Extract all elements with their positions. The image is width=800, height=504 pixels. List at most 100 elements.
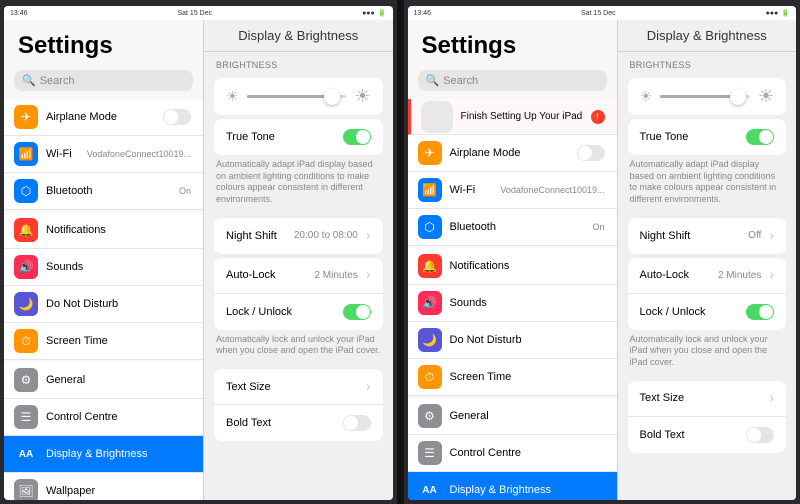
left-panel-title: Display & Brightness (204, 20, 393, 52)
left-search-icon: 🔍 (22, 74, 36, 87)
nightshift-chevron-icon (366, 227, 371, 245)
sidebar-item-screentime[interactable]: ⏱ Screen Time (4, 323, 203, 360)
right-sidebar-item-general[interactable]: ⚙ General (408, 398, 617, 435)
left-boldtext-toggle[interactable] (343, 415, 371, 431)
left-time: 13:46 (10, 10, 28, 17)
left-autolock-row[interactable]: Auto-Lock 2 Minutes (214, 258, 383, 294)
screentime-label: Screen Time (46, 335, 191, 347)
left-textsize-row[interactable]: Text Size (214, 369, 383, 405)
right-sidebar-item-sounds[interactable]: 🔊 Sounds (408, 285, 617, 322)
right-sidebar-item-bluetooth[interactable]: ⬡ Bluetooth On (408, 209, 617, 246)
left-lockunlock-toggle[interactable] (343, 304, 371, 320)
bluetooth-detail: On (179, 186, 191, 196)
sidebar-item-wallpaper[interactable]: 🖼 Wallpaper (4, 473, 203, 500)
left-group3: ⚙ General ☰ Control Centre AA Display & … (4, 362, 203, 500)
right-truetone-toggle[interactable] (746, 129, 774, 145)
right-nightshift-chevron-icon (769, 227, 774, 245)
right-ipad-screen: 13:46 Sat 15 Dec ●●● 🔋 Settings 🔍 Search… (408, 6, 797, 500)
left-date: Sat 15 Dec (177, 10, 212, 17)
left-nightshift-label: Night Shift (226, 230, 286, 242)
airplane-toggle[interactable] (163, 109, 191, 125)
left-boldtext-label: Bold Text (226, 417, 335, 429)
right-date: Sat 15 Dec (581, 10, 616, 17)
donotdisturb-label: Do Not Disturb (46, 298, 191, 310)
controlcentre-label: Control Centre (46, 411, 191, 423)
left-search[interactable]: 🔍 Search (14, 70, 193, 91)
left-boldtext-row[interactable]: Bold Text (214, 405, 383, 441)
right-sidebar: Settings 🔍 Search Finish Setting Up Your… (408, 20, 618, 500)
left-sidebar-title: Settings (4, 20, 203, 66)
right-truetone-row[interactable]: True Tone (628, 119, 787, 155)
right-sidebar-item-displaybrightness[interactable]: AA Display & Brightness (408, 472, 617, 500)
right-nightshift-label: Night Shift (640, 230, 741, 242)
left-ipad: 13:46 Sat 15 Dec ●●● 🔋 Settings 🔍 Search… (0, 0, 398, 504)
right-brightness-group: ☀ ☀ (628, 78, 787, 115)
right-panel-title: Display & Brightness (618, 20, 797, 52)
right-sidebar-item-notifications[interactable]: 🔔 Notifications (408, 248, 617, 285)
right-sidebar-item-airplane[interactable]: ✈ Airplane Mode (408, 135, 617, 172)
bluetooth-icon: ⬡ (14, 179, 38, 203)
sidebar-item-general[interactable]: ⚙ General (4, 362, 203, 399)
left-nightshift-row[interactable]: Night Shift 20:00 to 08:00 (214, 218, 383, 254)
finish-setup-badge: ! (591, 110, 605, 124)
right-airplane-toggle[interactable] (577, 145, 605, 161)
sidebar-item-controlcentre[interactable]: ☰ Control Centre (4, 399, 203, 436)
left-autolock-label: Auto-Lock (226, 269, 306, 281)
right-displaybrightness-icon: AA (418, 478, 442, 500)
left-lockunlock-row[interactable]: Lock / Unlock (214, 294, 383, 330)
right-boldtext-toggle[interactable] (746, 427, 774, 443)
right-brightness-slider[interactable] (660, 95, 750, 98)
autolock-chevron-icon (366, 266, 371, 284)
left-autolock-detail: 2 Minutes (314, 270, 357, 281)
right-lockunlock-toggle[interactable] (746, 304, 774, 320)
left-lock-group: Auto-Lock 2 Minutes Lock / Unlock (214, 258, 383, 330)
textsize-chevron-icon (366, 378, 371, 396)
wifi-icon: 📶 (14, 142, 38, 166)
right-nightshift-row[interactable]: Night Shift Off (628, 218, 787, 254)
brightness-slider[interactable] (247, 95, 347, 98)
sidebar-item-sounds[interactable]: 🔊 Sounds (4, 249, 203, 286)
right-group1: ✈ Airplane Mode 📶 Wi-Fi VodafoneConnect1… (408, 135, 617, 246)
right-boldtext-row[interactable]: Bold Text (628, 417, 787, 453)
right-sounds-label: Sounds (450, 297, 605, 309)
right-sidebar-item-wifi[interactable]: 📶 Wi-Fi VodafoneConnect10019... (408, 172, 617, 209)
right-notifications-label: Notifications (450, 260, 605, 272)
left-truetone-toggle[interactable] (343, 129, 371, 145)
right-nightshift-detail: Off (748, 230, 761, 241)
left-split-view: Settings 🔍 Search ✈ Airplane Mode 📶 Wi-F… (4, 20, 393, 500)
sidebar-item-airplane[interactable]: ✈ Airplane Mode (4, 99, 203, 136)
finish-setup-banner[interactable]: Finish Setting Up Your iPad ! (408, 99, 617, 135)
sun-small-icon: ☀ (226, 88, 239, 105)
right-sidebar-item-donotdisturb[interactable]: 🌙 Do Not Disturb (408, 322, 617, 359)
left-truetone-row[interactable]: True Tone (214, 119, 383, 155)
right-truetone-desc: Automatically adapt iPad display based o… (618, 159, 797, 214)
sidebar-item-bluetooth[interactable]: ⬡ Bluetooth On (4, 173, 203, 210)
sidebar-item-displaybrightness[interactable]: AA Display & Brightness (4, 436, 203, 473)
sidebar-item-wifi[interactable]: 📶 Wi-Fi VodafoneConnect10019... (4, 136, 203, 173)
right-lockunlock-row[interactable]: Lock / Unlock (628, 294, 787, 330)
right-wifi-label: Wi-Fi (450, 184, 493, 196)
sounds-icon: 🔊 (14, 255, 38, 279)
general-label: General (46, 374, 191, 386)
right-autolock-row[interactable]: Auto-Lock 2 Minutes (628, 258, 787, 294)
left-group2: 🔔 Notifications 🔊 Sounds 🌙 Do Not Distur… (4, 212, 203, 360)
right-notifications-icon: 🔔 (418, 254, 442, 278)
right-textsize-row[interactable]: Text Size (628, 381, 787, 417)
sidebar-item-donotdisturb[interactable]: 🌙 Do Not Disturb (4, 286, 203, 323)
sidebar-item-notifications[interactable]: 🔔 Notifications (4, 212, 203, 249)
wallpaper-icon: 🖼 (14, 479, 38, 500)
bluetooth-label: Bluetooth (46, 185, 171, 197)
right-brightness-row: ☀ ☀ (628, 78, 787, 115)
right-group3: ⚙ General ☰ Control Centre AA Display & … (408, 398, 617, 500)
donotdisturb-icon: 🌙 (14, 292, 38, 316)
right-sidebar-item-screentime[interactable]: ⏱ Screen Time (408, 359, 617, 396)
right-textsize-chevron-icon (769, 389, 774, 407)
left-truetone-group: True Tone (214, 119, 383, 155)
right-nightshift-group: Night Shift Off (628, 218, 787, 254)
right-search[interactable]: 🔍 Search (418, 70, 607, 91)
right-autolock-label: Auto-Lock (640, 269, 710, 281)
right-donotdisturb-label: Do Not Disturb (450, 334, 605, 346)
right-sidebar-item-controlcentre[interactable]: ☰ Control Centre (408, 435, 617, 472)
right-donotdisturb-icon: 🌙 (418, 328, 442, 352)
right-truetone-group: True Tone (628, 119, 787, 155)
